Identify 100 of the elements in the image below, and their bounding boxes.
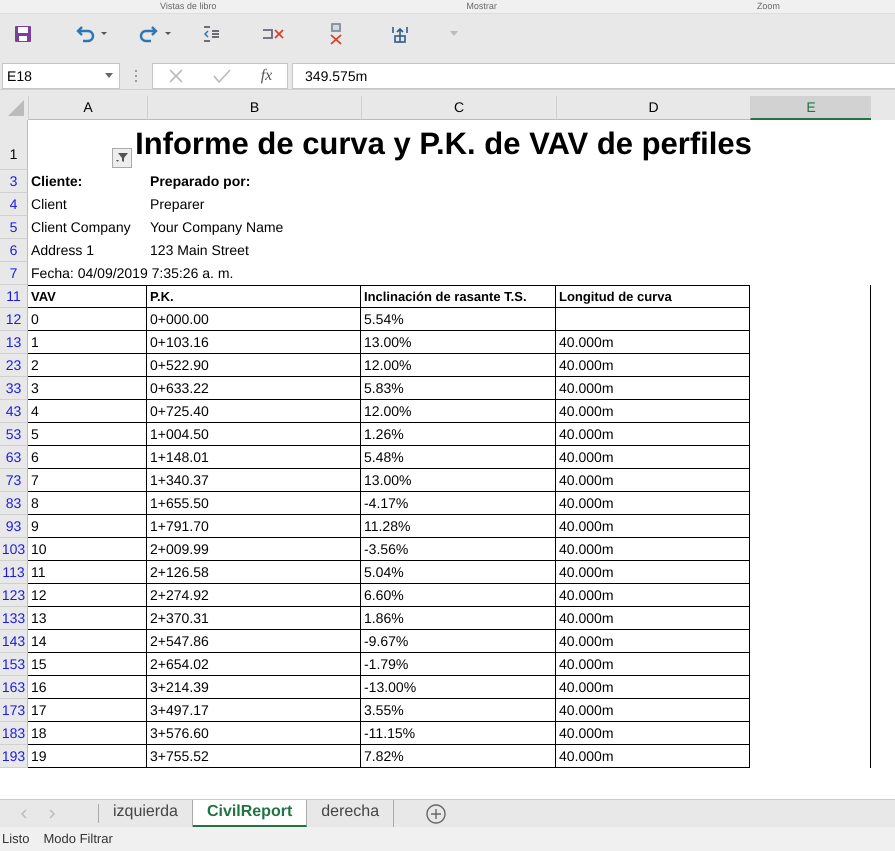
table-cell: 1+148.01 — [147, 446, 361, 469]
table-cell: 11 — [28, 561, 147, 584]
table-cell: 0+000.00 — [147, 308, 361, 331]
name-box[interactable]: E18 — [2, 62, 120, 88]
column-heading: P.K. — [147, 285, 361, 308]
table-cell: 2+547.86 — [147, 630, 361, 653]
row-header[interactable]: 53 — [0, 423, 28, 446]
row-header[interactable]: 173 — [0, 699, 28, 722]
table-cell: 18 — [28, 722, 147, 745]
row-header[interactable]: 133 — [0, 607, 28, 630]
table-cell: 1+340.37 — [147, 469, 361, 492]
column-header[interactable]: D — [556, 96, 750, 120]
row-header[interactable]: 7 — [0, 262, 28, 285]
cell-text: Client — [30, 195, 68, 214]
filter-icon[interactable] — [112, 148, 132, 168]
cell-text: Client Company — [30, 218, 132, 237]
table-cell: 3.55% — [361, 699, 556, 722]
column-heading: Inclinación de rasante T.S. — [361, 285, 556, 308]
table-cell: 3 — [28, 377, 147, 400]
row-header[interactable]: 163 — [0, 676, 28, 699]
table-cell: 40.000m — [556, 584, 750, 607]
row-header[interactable]: 143 — [0, 630, 28, 653]
row-header[interactable]: 3 — [0, 170, 28, 193]
table-cell: 0 — [28, 308, 147, 331]
table-cell: 2+654.02 — [147, 653, 361, 676]
table-cell: 40.000m — [556, 400, 750, 423]
row-header[interactable]: 113 — [0, 561, 28, 584]
insert-function-button[interactable]: fx — [260, 66, 272, 84]
row-header[interactable]: 63 — [0, 446, 28, 469]
row-header[interactable]: 12 — [0, 308, 28, 331]
status-text: Modo Filtrar — [43, 830, 113, 848]
column-header[interactable]: A — [28, 96, 147, 120]
column-header[interactable]: C — [361, 96, 556, 120]
table-cell: 16 — [28, 676, 147, 699]
row-header[interactable]: 11 — [0, 285, 28, 308]
row-header[interactable]: 4 — [0, 193, 28, 216]
table-cell: 40.000m — [556, 699, 750, 722]
check-icon[interactable] — [213, 68, 232, 84]
row-header[interactable]: 13 — [0, 331, 28, 354]
table-cell: 1+004.50 — [147, 423, 361, 446]
table-cell: 40.000m — [556, 492, 750, 515]
table-cell: 3+576.60 — [147, 722, 361, 745]
table-cell: 40.000m — [556, 607, 750, 630]
ribbon-group-label: Vistas de libro — [159, 0, 216, 13]
row-header[interactable]: 5 — [0, 216, 28, 239]
table-cell: 40.000m — [556, 446, 750, 469]
row-header[interactable]: 43 — [0, 400, 28, 423]
column-heading: Longitud de curva — [556, 285, 750, 308]
column-header[interactable]: B — [147, 96, 361, 120]
row-header[interactable]: 153 — [0, 653, 28, 676]
outdent-icon[interactable] — [202, 25, 220, 43]
formula-input[interactable]: 349.575m — [292, 62, 895, 88]
table-cell: 6.60% — [361, 584, 556, 607]
ribbon-group-label: Mostrar — [465, 0, 497, 13]
row-header[interactable]: 93 — [0, 515, 28, 538]
table-cell: 2+274.92 — [147, 584, 361, 607]
ribbon-group-label: Zoom — [756, 0, 780, 13]
table-cell: 40.000m — [556, 653, 750, 676]
sort-arrows-icon[interactable] — [390, 25, 410, 43]
cell-text: 123 Main Street — [149, 241, 249, 260]
row-header[interactable]: 183 — [0, 722, 28, 745]
undo-icon[interactable] — [74, 25, 108, 43]
table-cell: 4 — [28, 400, 147, 423]
table-cell: 5.48% — [361, 446, 556, 469]
row-header[interactable]: 6 — [0, 239, 28, 262]
table-cell: 2 — [28, 354, 147, 377]
column-header[interactable]: E — [750, 96, 871, 120]
table-cell: 2+370.31 — [147, 607, 361, 630]
table-cell: 14 — [28, 630, 147, 653]
row-header[interactable]: 73 — [0, 469, 28, 492]
cell-text: Fecha: 04/09/2019 7:35:26 a. m. — [30, 264, 234, 283]
table-cell: 6 — [28, 446, 147, 469]
row-header[interactable]: 83 — [0, 492, 28, 515]
table-cell: 40.000m — [556, 354, 750, 377]
table-cell: 0+522.90 — [147, 354, 361, 377]
row-header[interactable]: 23 — [0, 354, 28, 377]
table-cell: 1+791.70 — [147, 515, 361, 538]
table-cell: 12.00% — [361, 354, 556, 377]
redo-icon[interactable] — [138, 25, 172, 43]
cell-text: Address 1 — [30, 241, 96, 260]
row-header[interactable]: 123 — [0, 584, 28, 607]
table-cell: 40.000m — [556, 469, 750, 492]
table-cell: 40.000m — [556, 722, 750, 745]
save-icon[interactable] — [14, 25, 32, 43]
table-cell: 40.000m — [556, 515, 750, 538]
report-title: Informe de curva y P.K. de VAV de perfiles — [135, 125, 752, 163]
row-header[interactable]: 33 — [0, 377, 28, 400]
table-cell: 40.000m — [556, 423, 750, 446]
table-cell: 7 — [28, 469, 147, 492]
add-sheet-icon[interactable] — [426, 804, 446, 824]
row-header[interactable]: 1 — [0, 120, 28, 170]
table-cell: 7.82% — [361, 745, 556, 768]
table-cell: 12 — [28, 584, 147, 607]
row-header[interactable]: 193 — [0, 745, 28, 768]
table-cell: 5.83% — [361, 377, 556, 400]
sheet-tab[interactable]: CivilReport — [192, 800, 308, 827]
row-header[interactable]: 103 — [0, 538, 28, 561]
table-cell: 1+655.50 — [147, 492, 361, 515]
table-cell: 3+755.52 — [147, 745, 361, 768]
table-cell: -4.17% — [361, 492, 556, 515]
